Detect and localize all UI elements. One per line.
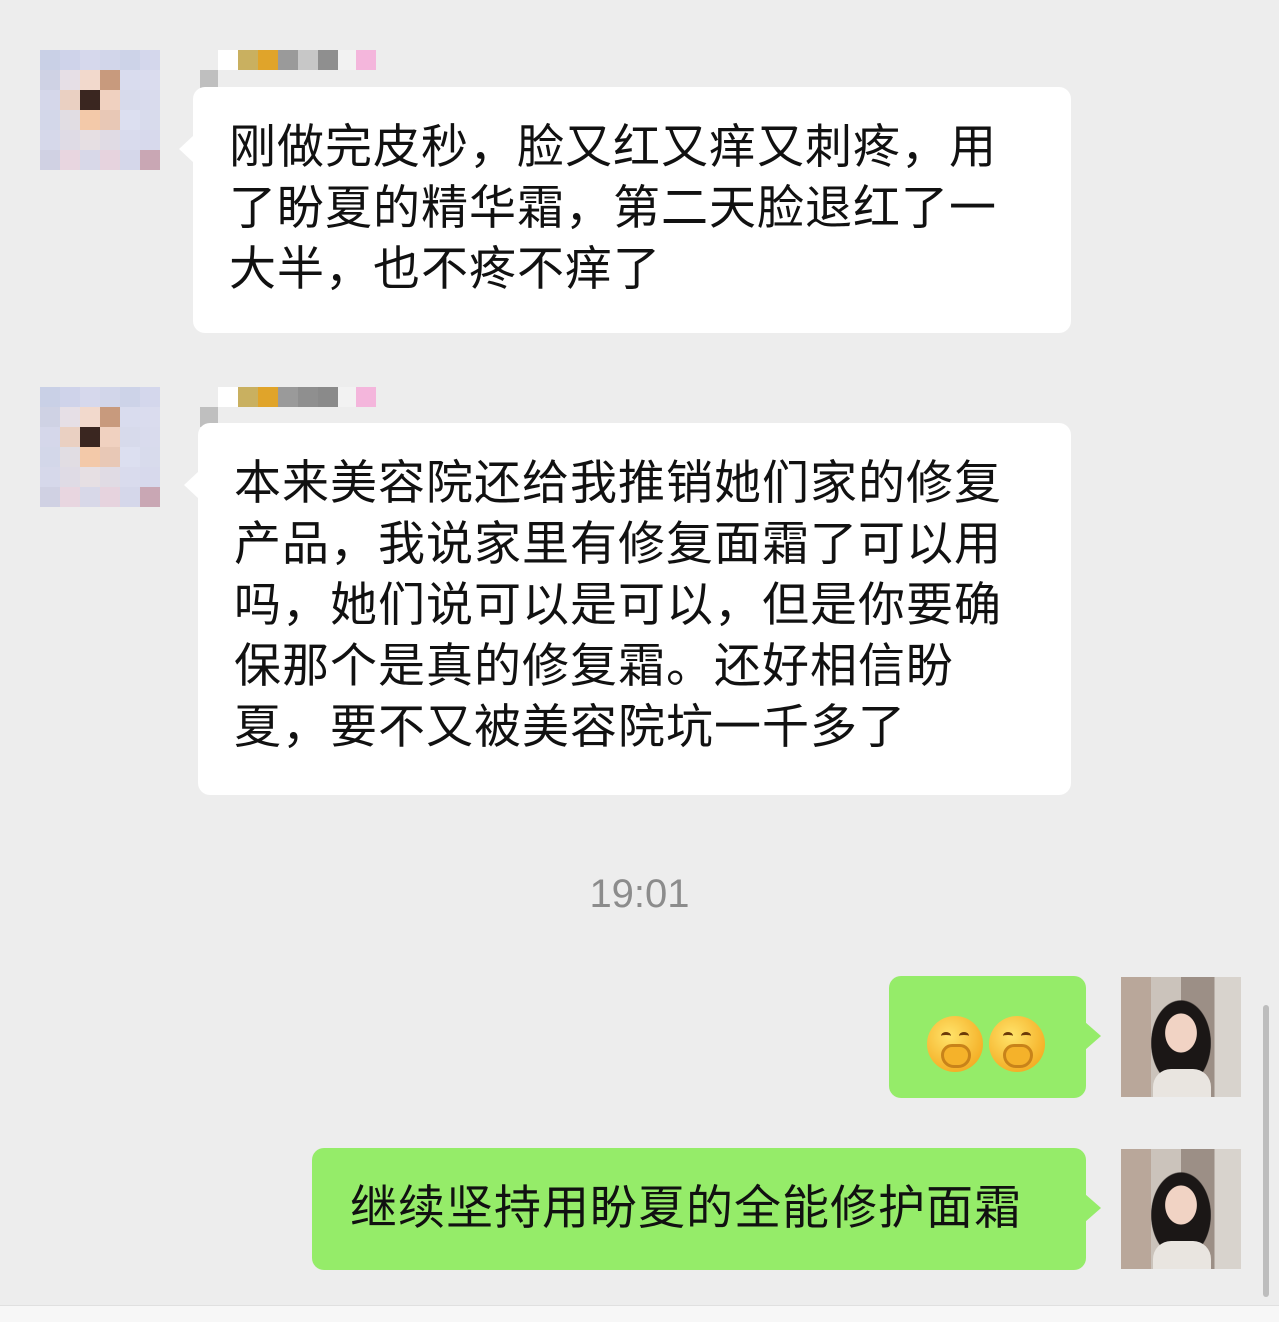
pixelated-avatar-image [40, 387, 160, 507]
scrollbar[interactable] [1263, 1005, 1269, 1297]
message-line: 产品，我说家里有修复面霜了可以用 [234, 517, 1002, 572]
user-avatar-body [1153, 1069, 1211, 1097]
user-avatar-body [1153, 1241, 1211, 1269]
message-line: 大半，也不疼不痒了 [229, 242, 661, 297]
contact-avatar[interactable] [40, 50, 160, 170]
message-line: 了盼夏的精华霜，第二天脸退红了一 [229, 181, 997, 236]
message-line: 吗，她们说可以是可以，但是你要确 [234, 578, 1002, 633]
bottom-edge [0, 1305, 1279, 1322]
message-line: 刚做完皮秒，脸又红又痒又刺疼，用 [229, 120, 997, 175]
message-line: 保那个是真的修复霜。还好相信盼 [234, 639, 954, 694]
user-avatar[interactable] [1121, 1149, 1241, 1269]
message-timestamp: 19:01 [589, 872, 690, 916]
outgoing-emoji-message[interactable] [889, 976, 1101, 1098]
message-line: 夏，要不又被美容院坑一千多了 [234, 700, 906, 755]
contact-name-obscured [200, 50, 376, 90]
pixelated-avatar-image [40, 50, 160, 170]
user-avatar[interactable] [1121, 977, 1241, 1097]
message-line: 本来美容院还给我推销她们家的修复 [234, 456, 1002, 511]
face-with-hand-over-mouth-emoji [989, 1015, 1045, 1072]
contact-name-obscured [200, 387, 376, 427]
incoming-message-2[interactable]: 本来美容院还给我推销她们家的修复 产品，我说家里有修复面霜了可以用 吗，她们说可… [184, 423, 1071, 795]
face-with-hand-over-mouth-emoji [927, 1015, 983, 1072]
contact-avatar[interactable] [40, 387, 160, 507]
incoming-message-1[interactable]: 刚做完皮秒，脸又红又痒又刺疼，用 了盼夏的精华霜，第二天脸退红了一 大半，也不疼… [179, 87, 1071, 333]
outgoing-message[interactable]: 继续坚持用盼夏的全能修护面霜 [312, 1148, 1101, 1270]
message-text: 继续坚持用盼夏的全能修护面霜 [350, 1181, 1022, 1236]
